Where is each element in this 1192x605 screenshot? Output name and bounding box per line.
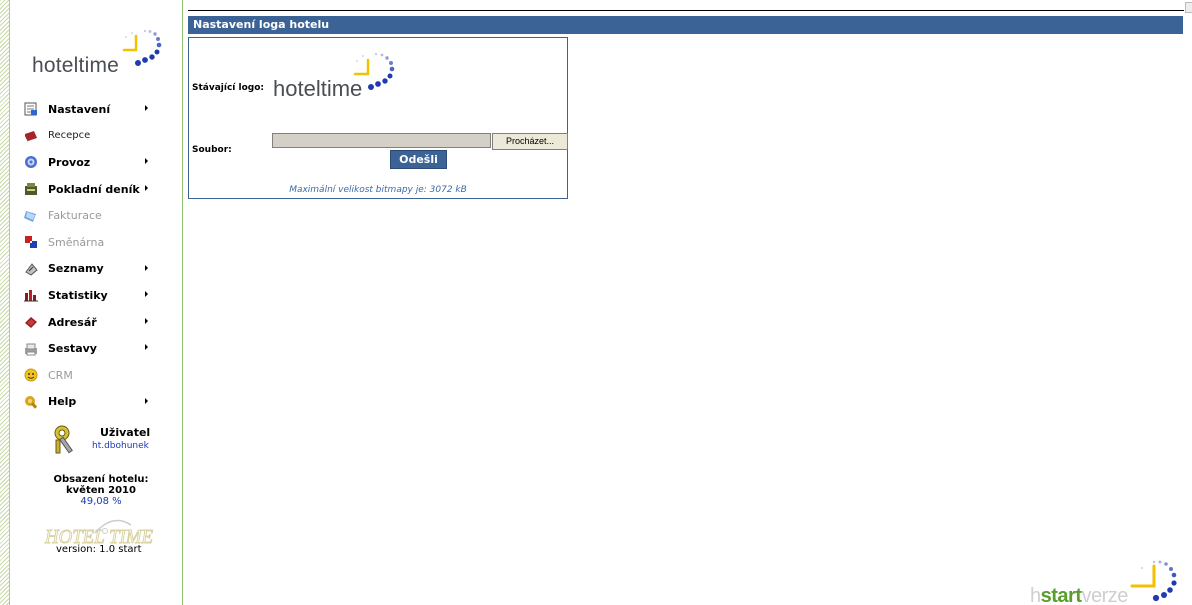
sidebar-item-label: Help: [48, 395, 77, 409]
submenu-arrow-icon: [145, 264, 148, 271]
sidebar-item-label: Adresář: [48, 315, 97, 329]
sidebar-item-smenarna[interactable]: Směnárna: [10, 229, 182, 256]
sidebar-item-sestavy[interactable]: Sestavy: [10, 335, 182, 362]
cash-register-icon: [24, 182, 38, 196]
sidebar-item-crm[interactable]: CRM: [10, 362, 182, 389]
start-word: start: [1040, 585, 1082, 605]
logo-wordmark: hoteltime: [273, 76, 363, 101]
settings-doc-icon: [24, 102, 38, 116]
sidebar-item-label: Pokladní deník: [48, 182, 140, 196]
occupancy-value: 49,08 %: [80, 496, 122, 507]
start-version-logo: hstartverze: [1024, 556, 1192, 605]
sidebar-item-label: Provoz: [48, 155, 91, 169]
user-title: Uživatel: [100, 426, 151, 439]
file-path-input[interactable]: [272, 133, 491, 148]
submenu-arrow-icon: [145, 344, 148, 351]
sidebar-item-pokladni-denik[interactable]: Pokladní deník: [10, 176, 182, 203]
sidebar-item-seznamy[interactable]: Seznamy: [10, 256, 182, 283]
crm-smiley-icon: [24, 368, 38, 382]
gear-icon: [24, 155, 38, 169]
address-book-icon: [24, 315, 38, 329]
sidebar-item-label: Fakturace: [48, 209, 102, 223]
verze-word: verze: [1081, 585, 1128, 605]
submenu-arrow-icon: [145, 397, 148, 404]
main-menu: Nastavení Recepce Provoz Pokladní deník: [10, 96, 182, 415]
help-icon: [24, 395, 38, 409]
sidebar-item-provoz[interactable]: Provoz: [10, 149, 182, 176]
exchange-flag-icon: [24, 235, 38, 249]
scrollbar-up-button[interactable]: [1185, 2, 1192, 13]
list-icon: [24, 262, 38, 276]
start-prefix: h: [1030, 585, 1041, 605]
max-size-note: Maximální velikost bitmapy je: 3072 kB: [289, 185, 467, 195]
hotel-occupancy: Obsazení hotelu: květen 2010 49,08 %: [20, 474, 182, 507]
sidebar-item-label: Statistiky: [48, 288, 108, 302]
bar-chart-icon: [24, 288, 38, 302]
sidebar-item-fakturace[interactable]: Fakturace: [10, 202, 182, 229]
submenu-arrow-icon: [145, 105, 148, 111]
submenu-arrow-icon: [145, 291, 148, 298]
user-name-link[interactable]: ht.dbohunek: [92, 441, 149, 451]
occupancy-period: květen 2010: [66, 485, 136, 496]
logo-settings-panel: Stávající logo: hoteltime Soubor: Prochá…: [188, 37, 568, 199]
submenu-arrow-icon: [145, 317, 148, 324]
sidebar-item-label: Sestavy: [48, 342, 97, 356]
current-logo-label: Stávající logo:: [192, 83, 265, 93]
current-logo-image: hoteltime: [270, 50, 400, 108]
sidebar-item-statistiky[interactable]: Statistiky: [10, 282, 182, 309]
sidebar: hoteltime Nastavení Recepce Provoz Pokla…: [10, 0, 183, 605]
sidebar-item-label: CRM: [48, 368, 73, 382]
printer-icon: [24, 342, 38, 356]
sidebar-item-label: Směnárna: [48, 235, 105, 249]
invoice-icon: [24, 209, 38, 223]
sidebar-item-label: Recepce: [48, 130, 91, 142]
version-label: version: 1.0 start: [56, 544, 142, 555]
start-version-text: hstartverze: [1030, 585, 1128, 605]
submenu-arrow-icon: [145, 184, 148, 191]
hoteltime-logo[interactable]: hoteltime: [32, 28, 162, 78]
page-title: Nastavení loga hotelu: [193, 18, 330, 31]
occupancy-title: Obsazení hotelu:: [53, 474, 149, 485]
sidebar-item-help[interactable]: Help: [10, 389, 182, 416]
page-title-bar: Nastavení loga hotelu: [188, 16, 1183, 34]
user-info: Uživatel ht.dbohunek: [52, 422, 162, 464]
sidebar-item-label: Nastavení: [48, 102, 111, 116]
sidebar-item-recepce[interactable]: Recepce: [10, 123, 182, 150]
sidebar-item-adresar[interactable]: Adresář: [10, 309, 182, 336]
logo-wordmark: hoteltime: [32, 54, 120, 77]
submit-button[interactable]: Odešli: [390, 150, 447, 169]
sidebar-item-label: Seznamy: [48, 262, 104, 276]
reception-book-icon: [24, 129, 38, 143]
top-divider: [188, 10, 1184, 11]
file-label: Soubor:: [192, 145, 232, 155]
left-border-decoration: [0, 0, 10, 605]
browse-button[interactable]: Procházet...: [492, 133, 568, 150]
sidebar-item-nastaveni[interactable]: Nastavení: [10, 96, 182, 123]
submenu-arrow-icon: [145, 158, 148, 165]
keys-icon: [54, 425, 73, 454]
